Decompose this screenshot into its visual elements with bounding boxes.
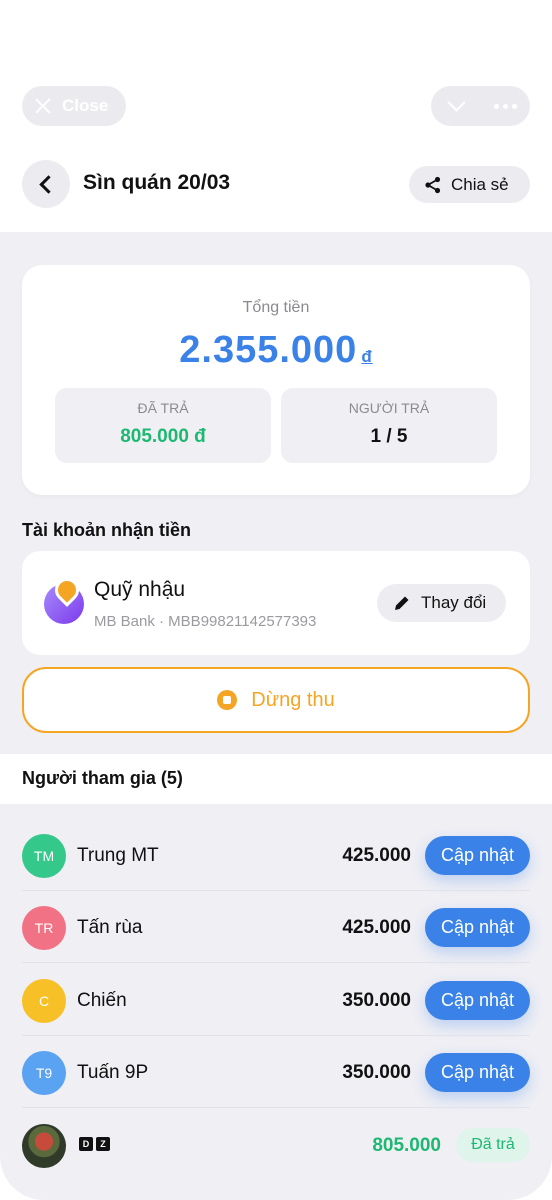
bank-logo-icon (44, 584, 84, 624)
participant-amount: 425.000 (342, 917, 411, 938)
paid-value: 805.000 đ (120, 426, 206, 447)
more-dot-icon (503, 103, 508, 109)
payers-label: NGƯỜI TRẢ (348, 400, 430, 416)
app-frame: Close Sìn quán 20/03 Chia sẻ Tổng tiền 2… (0, 0, 552, 1200)
paid-badge: Đã trả (456, 1128, 530, 1162)
collapse-button[interactable] (431, 92, 481, 112)
update-button[interactable]: Cập nhật (425, 908, 530, 947)
divider (22, 1107, 530, 1108)
currency-symbol: đ (361, 347, 373, 366)
name-glyph: D (79, 1137, 93, 1151)
more-dot-icon (494, 103, 499, 109)
stop-label: Dừng thu (251, 688, 335, 711)
share-icon (425, 176, 441, 193)
list-item: TM Trung MT 425.000 Cập nhật (22, 819, 530, 891)
update-button[interactable]: Cập nhật (425, 836, 530, 875)
total-amount-value: 2.355.000 (179, 329, 358, 371)
account-card: Quỹ nhậu MB Bank · MBB99821142577393 Tha… (22, 551, 530, 655)
top-bar: Close Sìn quán 20/03 Chia sẻ (0, 0, 552, 232)
participant-name: Tấn rùa (77, 917, 143, 938)
list-item: T9 Tuấn 9P 350.000 Cập nhật (22, 1036, 530, 1108)
share-button[interactable]: Chia sẻ (409, 166, 530, 203)
change-account-button[interactable]: Thay đổi (377, 584, 506, 622)
stop-icon (217, 690, 238, 710)
payers-value: 1 / 5 (370, 426, 408, 447)
participant-name: Tuấn 9P (77, 1062, 149, 1083)
change-label: Thay đổi (421, 593, 487, 612)
account-detail: MB Bank · MBB99821142577393 (94, 613, 317, 630)
back-button[interactable] (22, 160, 70, 208)
participant-name: Chiến (77, 990, 127, 1011)
list-item: D Z 805.000 Đã trả (22, 1109, 530, 1181)
participants-header: Người tham gia (5) (0, 754, 552, 804)
share-label: Chia sẻ (451, 174, 509, 194)
name-glyph: Z (96, 1137, 110, 1151)
participants-list: TM Trung MT 425.000 Cập nhật TR Tấn rùa … (0, 804, 552, 1200)
close-icon (34, 97, 52, 115)
avatar: TR (22, 906, 66, 950)
pencil-icon (395, 596, 409, 610)
close-label: Close (62, 96, 109, 115)
chevron-down-icon (446, 92, 466, 112)
chevron-left-icon (39, 174, 58, 194)
window-controls (431, 86, 530, 126)
participant-name: D Z (79, 1137, 110, 1151)
more-button[interactable] (481, 103, 530, 109)
participant-name: Trung MT (77, 845, 159, 866)
avatar: T9 (22, 1051, 66, 1095)
close-button[interactable]: Close (22, 86, 126, 126)
paid-label: ĐÃ TRẢ (137, 400, 189, 416)
participant-amount: 350.000 (342, 1062, 411, 1083)
participant-amount: 805.000 (372, 1135, 441, 1156)
list-item: C Chiến 350.000 Cập nhật (22, 964, 530, 1036)
summary-card: Tổng tiền 2.355.000 đ ĐÃ TRẢ 805.000 đ NG… (22, 265, 530, 495)
avatar: C (22, 979, 66, 1023)
total-amount: 2.355.000 đ (22, 329, 530, 372)
avatar (22, 1124, 66, 1168)
more-dot-icon (512, 103, 517, 109)
account-section-title: Tài khoản nhận tiền (22, 520, 192, 540)
paid-stat: ĐÃ TRẢ 805.000 đ (55, 388, 271, 463)
update-button[interactable]: Cập nhật (425, 1053, 530, 1092)
participant-amount: 425.000 (342, 845, 411, 866)
payers-stat: NGƯỜI TRẢ 1 / 5 (281, 388, 497, 463)
stop-collecting-button[interactable]: Dừng thu (22, 667, 530, 733)
update-button[interactable]: Cập nhật (425, 981, 530, 1020)
participant-amount: 350.000 (342, 990, 411, 1011)
avatar: TM (22, 834, 66, 878)
page-title: Sìn quán 20/03 (83, 171, 231, 194)
total-label: Tổng tiền (242, 299, 310, 316)
participants-title: Người tham gia (5) (22, 768, 183, 788)
list-item: TR Tấn rùa 425.000 Cập nhật (22, 891, 530, 963)
divider (22, 962, 530, 963)
account-name: Quỹ nhậu (94, 578, 186, 601)
